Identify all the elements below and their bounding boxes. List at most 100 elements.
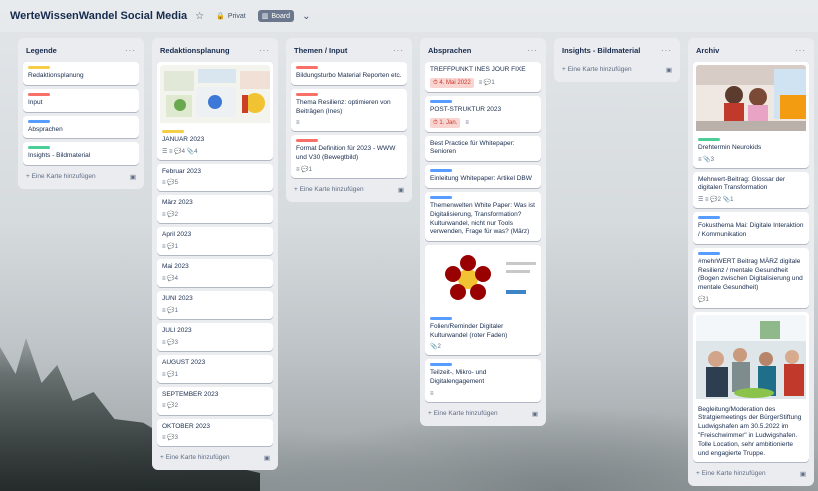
- card-title: Best Practice für Whitepaper: Senioren: [430, 139, 515, 156]
- card[interactable]: Teilzeit-, Mikro- und Digitalengagement …: [425, 359, 541, 403]
- card[interactable]: TREFFPUNKT INES JOUR FIXE ⏱ 4. Mai 2022 …: [425, 62, 541, 92]
- template-icon[interactable]: ▣: [666, 66, 672, 74]
- meeting-photo: [696, 314, 806, 399]
- list-menu-icon[interactable]: ···: [795, 46, 806, 55]
- card[interactable]: Input: [23, 88, 139, 112]
- add-card-button[interactable]: + Eine Karte hinzufügen ▣: [425, 406, 541, 422]
- card-title: Redaktionsplanung: [28, 72, 84, 79]
- add-card-label: + Eine Karte hinzufügen: [562, 66, 632, 73]
- card-title: JUNI 2023: [162, 295, 193, 303]
- card-label: [698, 137, 720, 141]
- card[interactable]: JULI 2023 ≡ 💬3: [157, 322, 273, 351]
- card[interactable]: Einleitung Whitepaper: Artikel DBW: [425, 165, 541, 189]
- card-badges: 📎2: [430, 344, 441, 351]
- list-insights-bildmaterial: Insights - Bildmaterial ··· + Eine Karte…: [554, 38, 680, 82]
- card-badges: ≡ 💬3: [162, 339, 178, 346]
- board-header: WerteWissenWandel Social Media ☆ 🔒 Priva…: [0, 0, 818, 32]
- card-label: [296, 66, 318, 69]
- card[interactable]: Mehrwert-Beitrag: Glossar der digitalen …: [693, 171, 809, 209]
- card-title: Bildungsturbo Material Reporten etc.: [296, 72, 402, 79]
- list-title[interactable]: Insights - Bildmaterial: [562, 46, 640, 55]
- add-card-button[interactable]: + Eine Karte hinzufügen ▣: [291, 182, 407, 198]
- due-date-badge: ⏱ 1. Jan.: [430, 117, 461, 128]
- list-menu-icon[interactable]: ···: [393, 46, 404, 55]
- card-label: [430, 99, 452, 103]
- card[interactable]: Format Definition für 2023 - WWW und V30…: [291, 135, 407, 179]
- card[interactable]: Begleitung/Moderation des Stratgiemeetin…: [693, 311, 809, 463]
- add-card-button[interactable]: + Eine Karte hinzufügen ▣: [559, 62, 675, 78]
- card-badges: ☰ ≡ 💬4 📎4: [162, 148, 198, 155]
- card-badges: ⏱ 1. Jan. ≡: [430, 117, 536, 128]
- card-badges: ≡ 💬1: [296, 166, 312, 173]
- card-badges: ≡ 💬1: [162, 307, 178, 314]
- card[interactable]: Absprachen: [23, 115, 139, 139]
- card[interactable]: OKTOBER 2023 ≡ 💬3: [157, 418, 273, 447]
- list-title[interactable]: Redaktionsplanung: [160, 46, 230, 55]
- list-absprachen: Absprachen ··· TREFFPUNKT INES JOUR FIXE…: [420, 38, 546, 427]
- card[interactable]: Best Practice für Whitepaper: Senioren: [425, 135, 541, 162]
- add-card-button[interactable]: + Eine Karte hinzufügen ▣: [23, 169, 139, 185]
- card-title: OKTOBER 2023: [162, 422, 210, 430]
- card[interactable]: JANUAR 2023 ☰ ≡ 💬4 📎4: [157, 62, 273, 160]
- card[interactable]: #mehrWERT Beitrag MÄRZ digitale Resilien…: [693, 247, 809, 308]
- card[interactable]: Februar 2023 ≡ 💬5: [157, 163, 273, 192]
- list-header: Legende ···: [23, 42, 139, 58]
- card[interactable]: Fokusthema Mai: Digitale Interaktion / K…: [693, 212, 809, 244]
- card[interactable]: POST-STRUKTUR 2023 ⏱ 1. Jan. ≡: [425, 95, 541, 132]
- card-badges: ☰ ≡ 💬2 📎1: [698, 197, 734, 204]
- card-cover-image: [696, 65, 806, 135]
- card-title: Fokusthema Mai: Digitale Interaktion / K…: [698, 222, 804, 239]
- template-icon[interactable]: ▣: [398, 186, 404, 194]
- list-menu-icon[interactable]: ···: [527, 46, 538, 55]
- card[interactable]: SEPTEMBER 2023 ≡ 💬2: [157, 386, 273, 415]
- card[interactable]: Themenwelten White Paper: Was ist Digita…: [425, 192, 541, 242]
- kids-photo: [696, 65, 806, 131]
- card[interactable]: Redaktionsplanung: [23, 62, 139, 85]
- card-badge-extra: ≡ 💬1: [478, 79, 495, 86]
- card[interactable]: JUNI 2023 ≡ 💬1: [157, 291, 273, 319]
- board-view-button[interactable]: ▥ Board: [257, 10, 295, 22]
- list-title[interactable]: Legende: [26, 46, 57, 55]
- board-icon: ▥: [261, 13, 269, 20]
- add-card-button[interactable]: + Eine Karte hinzufügen ▣: [693, 466, 809, 482]
- star-icon[interactable]: ☆: [195, 11, 204, 22]
- card[interactable]: Bildungsturbo Material Reporten etc.: [291, 62, 407, 85]
- card[interactable]: März 2023 ≡ 💬2: [157, 195, 273, 224]
- visibility-button[interactable]: 🔒 Privat: [212, 10, 250, 22]
- card-badges: ≡: [296, 120, 300, 127]
- template-icon[interactable]: ▣: [264, 454, 270, 462]
- card-cover-image: [160, 65, 270, 127]
- card-label: [162, 129, 184, 133]
- list-title[interactable]: Absprachen: [428, 46, 471, 55]
- card[interactable]: AUGUST 2023 ≡ 💬1: [157, 354, 273, 383]
- list-header: Themen / Input ···: [291, 42, 407, 58]
- card-badges: ≡ 💬1: [162, 371, 178, 378]
- card-cover-image: [428, 248, 538, 314]
- card-title: JANUAR 2023: [162, 135, 205, 143]
- template-icon[interactable]: ▣: [800, 470, 806, 478]
- card-badge-extra: ≡: [465, 119, 469, 126]
- list-menu-icon[interactable]: ···: [125, 46, 136, 55]
- template-icon[interactable]: ▣: [130, 173, 136, 181]
- list-title[interactable]: Archiv: [696, 46, 719, 55]
- card-badges: ⏱ 4. Mai 2022 ≡ 💬1: [430, 77, 536, 88]
- card-label: [430, 196, 452, 200]
- chevron-down-icon[interactable]: ⌄: [302, 11, 310, 22]
- card[interactable]: Thema Resilienz: optimieren von Beiträge…: [291, 88, 407, 132]
- card-title: POST-STRUKTUR 2023: [430, 105, 502, 113]
- card-title: Absprachen: [28, 125, 63, 133]
- list-menu-icon[interactable]: ···: [661, 46, 672, 55]
- template-icon[interactable]: ▣: [532, 410, 538, 418]
- board-title[interactable]: WerteWissenWandel Social Media: [10, 10, 187, 22]
- card[interactable]: Drehtermin Neurokids ≡ 📎3: [693, 62, 809, 168]
- card-label: [28, 119, 50, 123]
- add-card-button[interactable]: + Eine Karte hinzufügen ▣: [157, 450, 273, 466]
- list-title[interactable]: Themen / Input: [294, 46, 347, 55]
- visibility-label: Privat: [227, 12, 246, 20]
- card[interactable]: Mai 2023 ≡ 💬4: [157, 259, 273, 288]
- list-menu-icon[interactable]: ···: [259, 46, 270, 55]
- add-card-label: + Eine Karte hinzufügen: [294, 186, 364, 194]
- card[interactable]: April 2023 ≡ 💬1: [157, 227, 273, 256]
- card[interactable]: Folien/Reminder Digitaler Kulturwandel (…: [425, 245, 541, 356]
- card[interactable]: Insights - Bildmaterial: [23, 142, 139, 166]
